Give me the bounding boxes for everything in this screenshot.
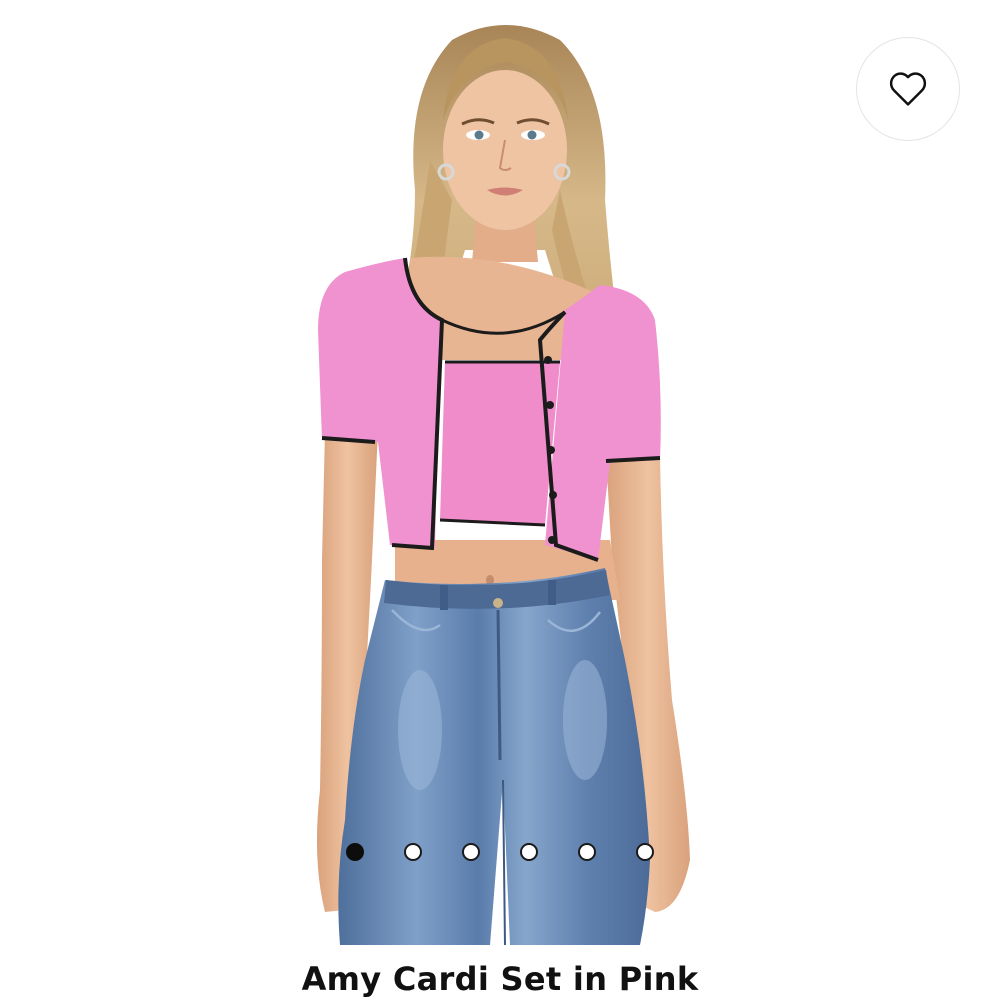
carousel-dot[interactable]: [520, 843, 538, 861]
product-detail-page: Amy Cardi Set in Pink: [0, 0, 1000, 1000]
product-title: Amy Cardi Set in Pink: [301, 960, 699, 998]
carousel-dot[interactable]: [578, 843, 596, 861]
product-image[interactable]: [0, 0, 1000, 945]
carousel-dot[interactable]: [346, 843, 364, 861]
carousel-dot[interactable]: [404, 843, 422, 861]
product-photo-illustration: [316, 25, 690, 945]
heart-outline-icon: [889, 72, 927, 106]
image-carousel-dots: [344, 840, 660, 864]
wishlist-button[interactable]: [856, 37, 960, 141]
carousel-dot[interactable]: [462, 843, 480, 861]
carousel-dot[interactable]: [636, 843, 654, 861]
